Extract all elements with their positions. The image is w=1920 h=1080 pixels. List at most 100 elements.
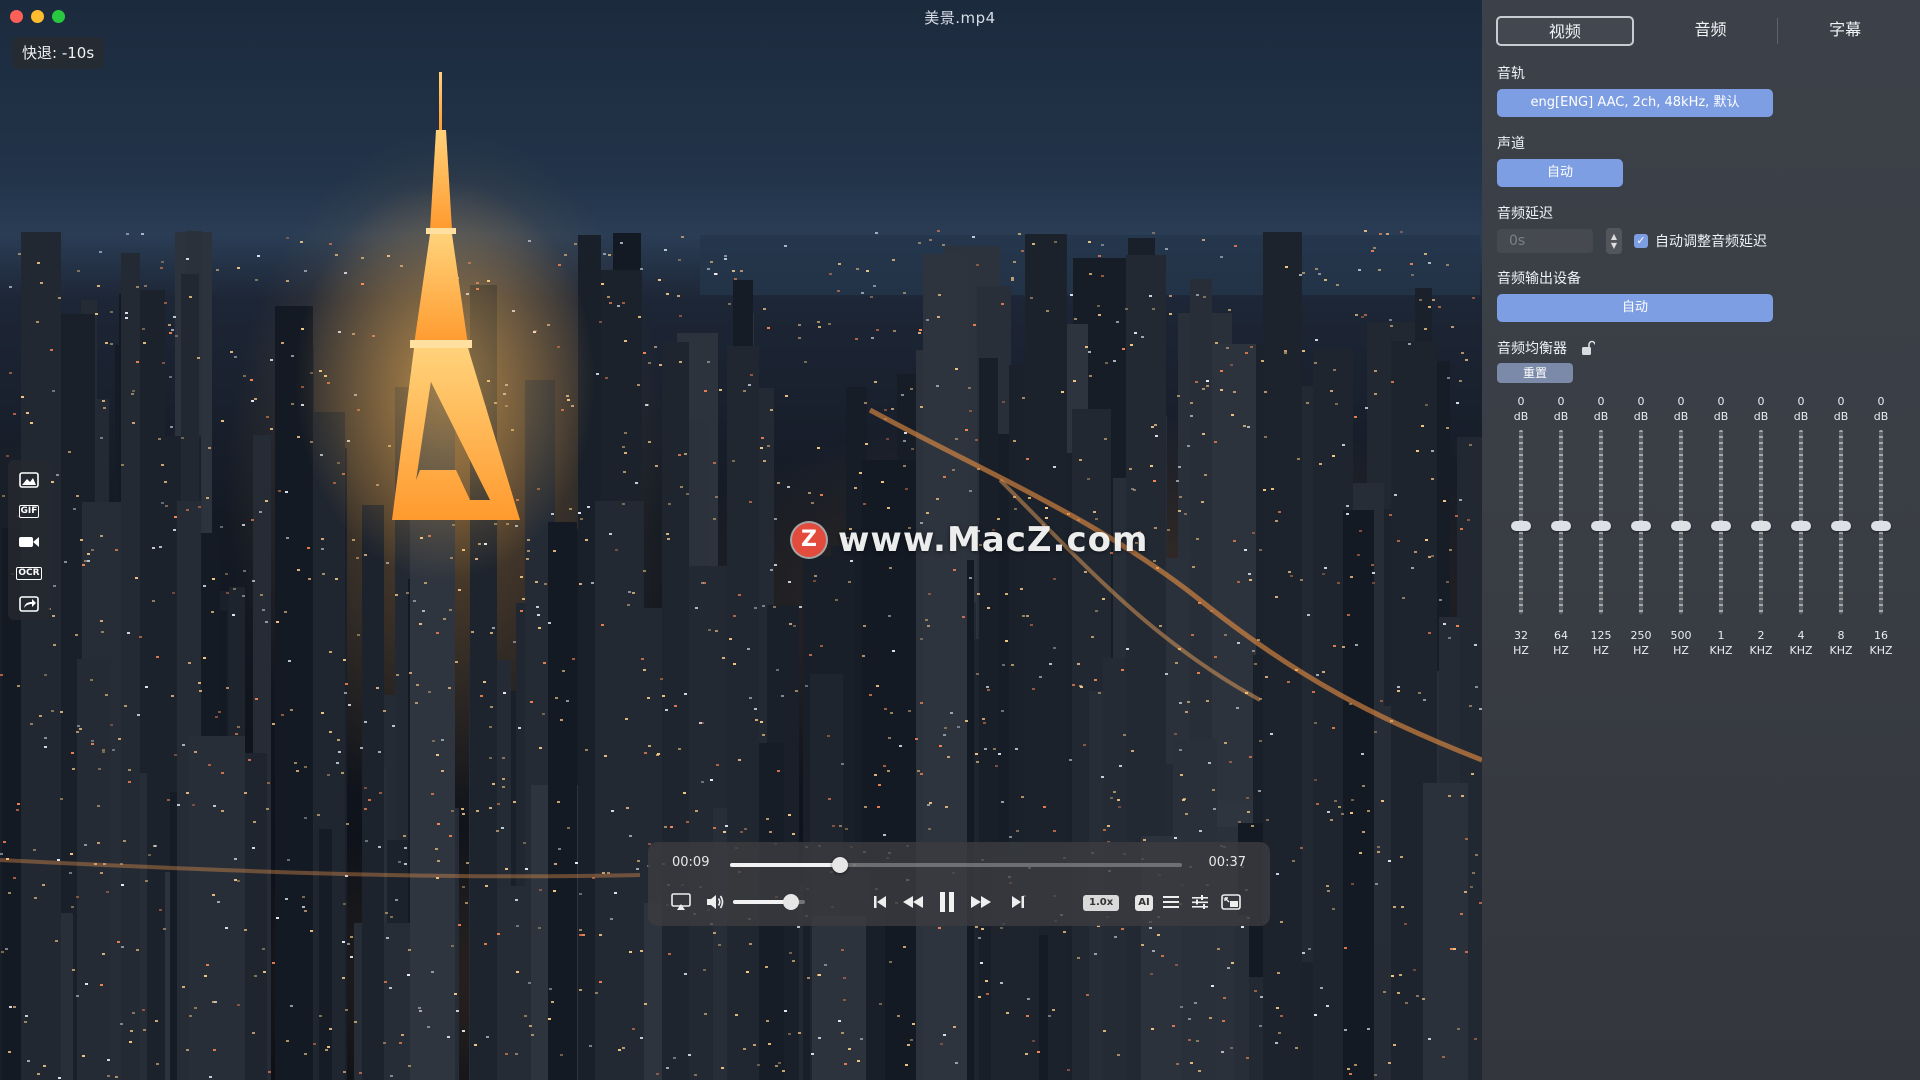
eq-band-freq-value: 32 bbox=[1514, 629, 1528, 642]
eq-band-frequency: 16 KHZ bbox=[1864, 628, 1898, 658]
eq-band-unit: dB bbox=[1833, 410, 1849, 423]
eq-band-freq-unit: KHZ bbox=[1789, 644, 1813, 657]
eq-band-frequency: 500 HZ bbox=[1664, 628, 1698, 658]
tab-subtitles[interactable]: 字幕 bbox=[1778, 16, 1912, 46]
eq-band-value: 0 bbox=[1877, 395, 1885, 408]
eq-band-freq-value: 125 bbox=[1590, 629, 1612, 642]
eq-band-freq-unit: KHZ bbox=[1829, 644, 1853, 657]
eq-band: 0 dB 125 HZ bbox=[1584, 394, 1618, 664]
eq-band-freq-value: 16 bbox=[1874, 629, 1888, 642]
eq-slider-knob[interactable] bbox=[1831, 521, 1851, 531]
eq-band-unit: dB bbox=[1553, 410, 1569, 423]
settings-sliders-icon[interactable] bbox=[1190, 892, 1210, 912]
eq-band-frequency: 64 HZ bbox=[1544, 628, 1578, 658]
eq-band-value: 0 bbox=[1717, 395, 1725, 408]
speed-button[interactable]: 1.0x bbox=[1083, 895, 1120, 911]
eq-band: 0 dB 32 HZ bbox=[1504, 394, 1538, 664]
eq-slider-knob[interactable] bbox=[1751, 521, 1771, 531]
auto-delay-label: 自动调整音频延迟 bbox=[1655, 234, 1767, 250]
rewind-icon[interactable] bbox=[900, 892, 926, 912]
audio-track-select[interactable]: eng[ENG] AAC, 2ch, 48kHz, 默认 bbox=[1497, 89, 1773, 117]
eq-band: 0 dB 64 HZ bbox=[1544, 394, 1578, 664]
eq-band-freq-value: 2 bbox=[1757, 629, 1765, 642]
eq-slider-knob[interactable] bbox=[1791, 521, 1811, 531]
eq-band-freq-unit: HZ bbox=[1633, 644, 1649, 657]
side-toolbar: GIF OCR bbox=[8, 460, 50, 620]
eq-band-value: 0 bbox=[1517, 395, 1525, 408]
fast-forward-icon[interactable] bbox=[968, 892, 994, 912]
previous-icon[interactable] bbox=[870, 892, 890, 912]
eq-band-freq-value: 250 bbox=[1630, 629, 1652, 642]
watermark-logo: Z bbox=[792, 523, 826, 557]
audio-delay-input[interactable]: 0s bbox=[1497, 229, 1593, 253]
ai-button[interactable]: AI bbox=[1135, 895, 1153, 911]
eq-band-freq-unit: HZ bbox=[1593, 644, 1609, 657]
ocr-label: OCR bbox=[16, 566, 42, 580]
eq-band-frequency: 4 KHZ bbox=[1784, 628, 1818, 658]
eq-band-value: 0 bbox=[1837, 395, 1845, 408]
progress-fill bbox=[730, 863, 840, 867]
eq-band-freq-value: 4 bbox=[1797, 629, 1805, 642]
eq-band-freq-unit: HZ bbox=[1673, 644, 1689, 657]
screenshot-icon[interactable] bbox=[17, 470, 41, 490]
eq-band-frequency: 32 HZ bbox=[1504, 628, 1538, 658]
volume-icon[interactable] bbox=[704, 892, 726, 912]
eq-band: 0 dB 2 KHZ bbox=[1744, 394, 1778, 664]
eq-band-freq-unit: HZ bbox=[1553, 644, 1569, 657]
progress-slider[interactable] bbox=[730, 857, 1182, 873]
volume-knob[interactable] bbox=[782, 894, 799, 910]
eq-band-unit: dB bbox=[1513, 410, 1529, 423]
eq-band-value: 0 bbox=[1797, 395, 1805, 408]
eq-band-value: 0 bbox=[1637, 395, 1645, 408]
volume-fill bbox=[733, 900, 791, 904]
eq-slider-knob[interactable] bbox=[1871, 521, 1891, 531]
video-area[interactable]: 快退: -10s GIF OCR Z www.MacZ.com 00:09 00… bbox=[0, 0, 1482, 1080]
unlock-icon[interactable] bbox=[1581, 340, 1595, 356]
eq-band-freq-unit: HZ bbox=[1513, 644, 1529, 657]
ocr-icon[interactable]: OCR bbox=[16, 563, 42, 583]
stepper-down-icon[interactable]: ▼ bbox=[1611, 241, 1617, 250]
output-device-select[interactable]: 自动 bbox=[1497, 294, 1773, 322]
eq-band: 0 dB 250 HZ bbox=[1624, 394, 1658, 664]
pause-icon[interactable] bbox=[936, 889, 958, 915]
playlist-icon[interactable] bbox=[1161, 892, 1181, 912]
eq-slider-knob[interactable] bbox=[1591, 521, 1611, 531]
eq-band-unit: dB bbox=[1713, 410, 1729, 423]
progress-knob[interactable] bbox=[831, 857, 848, 873]
channel-select[interactable]: 自动 bbox=[1497, 159, 1623, 187]
stepper-up-icon[interactable]: ▲ bbox=[1611, 232, 1617, 241]
eq-slider-knob[interactable] bbox=[1671, 521, 1691, 531]
eq-band-freq-value: 500 bbox=[1670, 629, 1692, 642]
eq-slider-knob[interactable] bbox=[1511, 521, 1531, 531]
eq-band: 0 dB 8 KHZ bbox=[1824, 394, 1858, 664]
channel-label: 声道 bbox=[1497, 136, 1525, 152]
eq-band-frequency: 250 HZ bbox=[1624, 628, 1658, 658]
eq-band-freq-unit: KHZ bbox=[1749, 644, 1773, 657]
audio-delay-stepper[interactable]: ▲ ▼ bbox=[1606, 228, 1622, 254]
eq-band-freq-value: 1 bbox=[1717, 629, 1725, 642]
eq-band-freq-value: 64 bbox=[1554, 629, 1568, 642]
next-icon[interactable] bbox=[1008, 892, 1028, 912]
auto-delay-checkbox[interactable]: ✓ bbox=[1634, 234, 1648, 248]
current-time: 00:09 bbox=[672, 855, 710, 870]
eq-slider-knob[interactable] bbox=[1551, 521, 1571, 531]
record-icon[interactable] bbox=[17, 532, 41, 552]
pip-icon[interactable] bbox=[1220, 892, 1242, 912]
airplay-icon[interactable] bbox=[670, 892, 692, 912]
eq-band: 0 dB 500 HZ bbox=[1664, 394, 1698, 664]
volume-slider[interactable] bbox=[733, 894, 805, 910]
duration-time: 00:37 bbox=[1208, 855, 1246, 870]
gif-icon[interactable]: GIF bbox=[17, 501, 41, 521]
equalizer-reset-button[interactable]: 重置 bbox=[1497, 363, 1573, 383]
eq-band: 0 dB 1 KHZ bbox=[1704, 394, 1738, 664]
tab-video[interactable]: 视频 bbox=[1496, 16, 1634, 46]
eq-band-unit: dB bbox=[1593, 410, 1609, 423]
watermark: Z www.MacZ.com bbox=[792, 520, 1148, 560]
eq-slider-knob[interactable] bbox=[1631, 521, 1651, 531]
tab-audio[interactable]: 音频 bbox=[1644, 16, 1778, 46]
share-icon[interactable] bbox=[17, 594, 41, 614]
eq-slider-knob[interactable] bbox=[1711, 521, 1731, 531]
eq-band: 0 dB 16 KHZ bbox=[1864, 394, 1898, 664]
eq-band-frequency: 8 KHZ bbox=[1824, 628, 1858, 658]
eq-band-value: 0 bbox=[1597, 395, 1605, 408]
